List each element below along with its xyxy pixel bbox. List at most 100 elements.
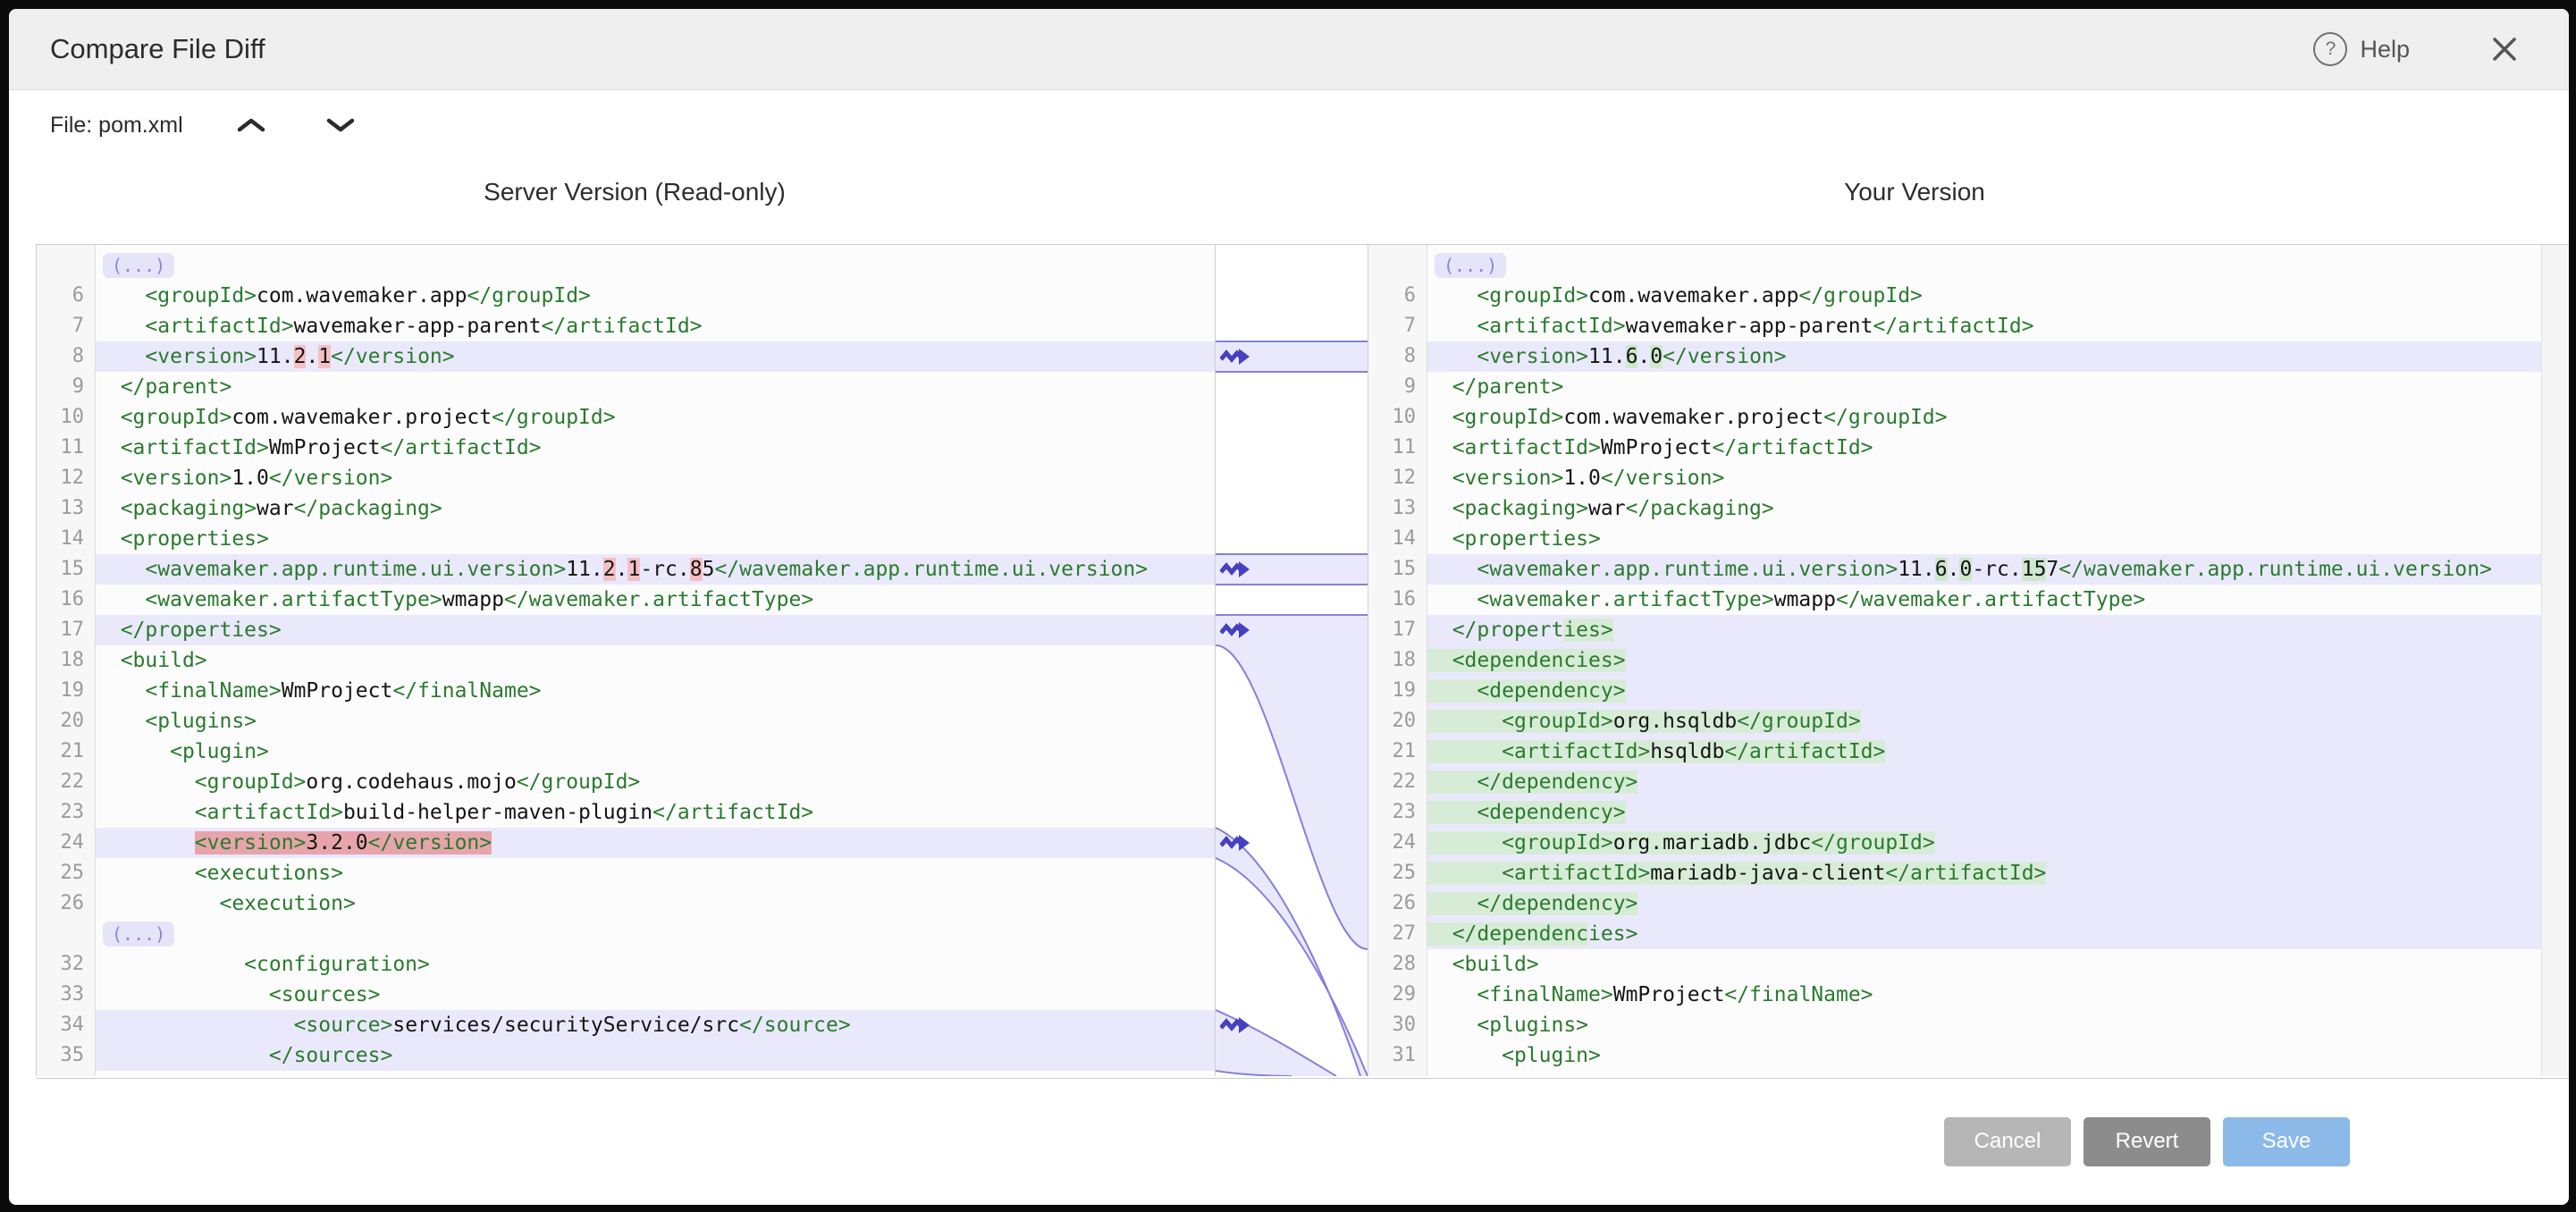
line-number: 33	[37, 980, 95, 1010]
collapsed-region-badge[interactable]: (...)	[103, 253, 174, 278]
line-number: 15	[1368, 554, 1427, 585]
code-line: <finalName>WmProject</finalName>	[1427, 980, 2541, 1010]
line-number: 19	[1368, 676, 1427, 706]
right-scrollbar-track[interactable]	[2541, 245, 2569, 1076]
line-number: 23	[1368, 797, 1427, 828]
line-number: 11	[37, 433, 95, 463]
line-number: 14	[1368, 524, 1427, 554]
code-line: <executions>	[96, 858, 1215, 888]
code-line: <artifactId>wavemaker-app-parent</artifa…	[1427, 311, 2541, 341]
line-number: 29	[1368, 980, 1427, 1010]
code-line: </sources>	[96, 1040, 1215, 1071]
right-code-editor[interactable]: (...) <groupId>com.wavemaker.app</groupI…	[1427, 245, 2541, 1076]
line-number: 22	[37, 767, 95, 797]
line-number: 21	[1368, 736, 1427, 767]
code-line: <build>	[96, 645, 1215, 676]
line-number: 16	[37, 585, 95, 615]
code-line: <plugin>	[96, 736, 1215, 767]
cancel-button[interactable]: Cancel	[1944, 1117, 2071, 1166]
code-line: <artifactId>wavemaker-app-parent</artifa…	[96, 311, 1215, 341]
chevron-down-icon[interactable]	[319, 111, 362, 139]
file-name-label: File: pom.xml	[50, 113, 183, 139]
line-number: 25	[1368, 858, 1427, 888]
code-line: <artifactId>WmProject</artifactId>	[96, 433, 1215, 463]
dialog-footer: Cancel Revert Save	[9, 1079, 2569, 1204]
merge-change-icon[interactable]	[1220, 833, 1250, 857]
line-number: 24	[37, 828, 95, 858]
diff-view: 6789101112131415161718192021222324252632…	[36, 244, 2569, 1079]
code-line: <version>1.0</version>	[1427, 463, 2541, 493]
file-toolbar: File: pom.xml	[9, 90, 2569, 160]
merge-change-icon[interactable]	[1220, 347, 1250, 371]
dialog-header: Compare File Diff ? Help	[9, 9, 2569, 90]
code-line: <version>11.6.0</version>	[1427, 341, 2541, 372]
diff-connector-gutter	[1216, 245, 1368, 1076]
line-number: 32	[37, 949, 95, 980]
line-number	[37, 919, 95, 949]
line-number: 26	[1368, 888, 1427, 919]
question-circle-icon: ?	[2313, 32, 2347, 66]
code-line: <version>11.2.1</version>	[96, 341, 1215, 372]
code-line: </properties>	[96, 615, 1215, 645]
merge-change-icon[interactable]	[1220, 1015, 1250, 1039]
merge-change-icon[interactable]	[1220, 620, 1250, 644]
code-line: <version>3.2.0</version>	[96, 828, 1215, 858]
line-number: 28	[1368, 949, 1427, 980]
line-number: 31	[1368, 1040, 1427, 1071]
code-line: <plugins>	[1427, 1010, 2541, 1040]
collapsed-region-badge[interactable]: (...)	[1435, 253, 1506, 278]
code-line: </dependency>	[1427, 767, 2541, 797]
help-button[interactable]: ? Help	[2313, 32, 2410, 66]
code-line: <artifactId>hsqldb</artifactId>	[1427, 736, 2541, 767]
line-number: 10	[37, 402, 95, 433]
code-line: <source>services/securityService/src</so…	[96, 1010, 1215, 1040]
code-line: <artifactId>mariadb-java-client</artifac…	[1427, 858, 2541, 888]
left-code-editor: (...) <groupId>com.wavemaker.app</groupI…	[96, 245, 1215, 1076]
line-number: 9	[37, 372, 95, 402]
line-number: 24	[1368, 828, 1427, 858]
help-label: Help	[2360, 36, 2410, 63]
save-button[interactable]: Save	[2223, 1117, 2350, 1166]
code-line: <plugins>	[96, 706, 1215, 736]
code-line: <groupId>com.wavemaker.project</groupId>	[96, 402, 1215, 433]
revert-button[interactable]: Revert	[2084, 1117, 2210, 1166]
line-number: 14	[37, 524, 95, 554]
line-number	[1368, 250, 1427, 281]
code-line: <version>1.0</version>	[96, 463, 1215, 493]
line-number: 17	[1368, 615, 1427, 645]
line-number: 26	[37, 888, 95, 919]
code-line: <packaging>war</packaging>	[1427, 493, 2541, 524]
line-number: 27	[1368, 919, 1427, 949]
code-line: </parent>	[96, 372, 1215, 402]
code-line: <wavemaker.artifactType>wmapp</wavemaker…	[1427, 585, 2541, 615]
code-line: </properties>	[1427, 615, 2541, 645]
code-line: </dependency>	[1427, 888, 2541, 919]
line-number: 15	[37, 554, 95, 585]
merge-change-icon[interactable]	[1220, 560, 1250, 584]
line-number: 11	[1368, 433, 1427, 463]
collapsed-region-badge[interactable]: (...)	[103, 922, 174, 947]
code-line: </dependencies>	[1427, 919, 2541, 949]
line-number: 8	[1368, 341, 1427, 372]
code-line: <packaging>war</packaging>	[96, 493, 1215, 524]
line-number: 6	[37, 281, 95, 311]
line-number: 21	[37, 736, 95, 767]
your-version-pane: 6789101112131415161718192021222324252627…	[1368, 245, 2569, 1076]
compare-file-diff-dialog: Compare File Diff ? Help File: pom.xml S…	[9, 9, 2569, 1205]
code-line: <dependencies>	[1427, 645, 2541, 676]
code-line: (...)	[96, 250, 1215, 281]
line-number: 13	[37, 493, 95, 524]
line-number: 23	[37, 797, 95, 828]
line-number: 34	[37, 1010, 95, 1040]
chevron-up-icon[interactable]	[230, 111, 273, 139]
panel-headers: Server Version (Read-only) Your Version	[9, 160, 2569, 224]
line-number: 10	[1368, 402, 1427, 433]
code-line: <wavemaker.app.runtime.ui.version>11.2.1…	[96, 554, 1215, 585]
code-line: <dependency>	[1427, 797, 2541, 828]
code-line: </parent>	[1427, 372, 2541, 402]
line-number: 13	[1368, 493, 1427, 524]
code-line: <sources>	[96, 980, 1215, 1010]
line-number: 7	[1368, 311, 1427, 341]
close-icon[interactable]	[2490, 35, 2519, 63]
code-line: <execution>	[96, 888, 1215, 919]
